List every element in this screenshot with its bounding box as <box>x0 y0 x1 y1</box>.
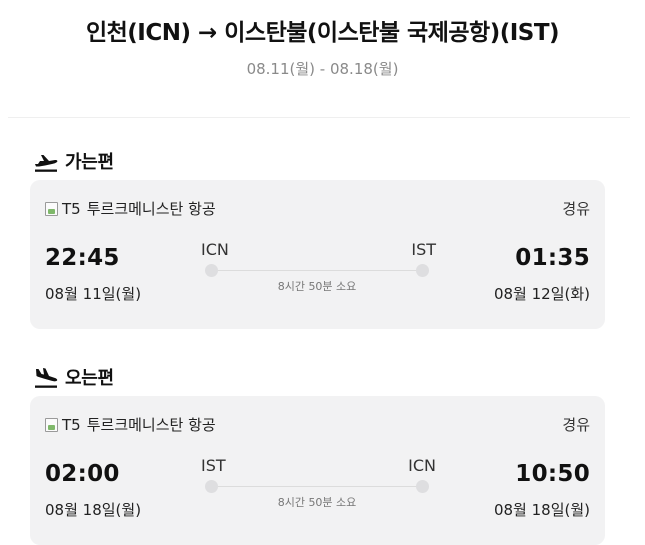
airline-code: T5 <box>62 199 81 218</box>
flight-duration: 8시간 50분 소요 <box>277 280 357 293</box>
flight-duration: 8시간 50분 소요 <box>277 496 357 509</box>
route-title: 인천(ICN) → 이스탄불(이스탄불 국제공항)(IST) <box>85 20 560 46</box>
arrival-date: 08월 18일(월) <box>493 501 590 519</box>
arrival-date: 08월 12일(화) <box>493 285 590 303</box>
airline-name: 투르크메니스탄 항공 <box>86 416 216 434</box>
arrival-time: 01:35 <box>515 245 590 271</box>
airline-logo-image <box>45 417 58 432</box>
header-divider <box>8 117 630 118</box>
arrival-airport-code: ICN <box>408 456 436 475</box>
route-track-line <box>211 486 422 487</box>
stop-type-badge: 경유 <box>562 200 590 218</box>
departure-time: 22:45 <box>45 245 120 271</box>
route-end-dot <box>416 264 429 277</box>
departure-date: 08월 11일(월) <box>45 285 142 303</box>
return-flight-card[interactable]: T5 투르크메니스탄 항공 경유 02:00 08월 18일(월) 10:50 … <box>30 396 605 545</box>
airline-logo-image <box>45 201 58 216</box>
stop-type-badge: 경유 <box>562 416 590 434</box>
return-section-header: 오는편 <box>33 364 114 390</box>
route-track-line <box>211 270 422 271</box>
airline-info: T5 투르크메니스탄 항공 <box>45 198 216 219</box>
route-start-dot <box>205 264 218 277</box>
route-start-dot <box>205 480 218 493</box>
route-end-dot <box>416 480 429 493</box>
departure-airport-code: IST <box>201 456 226 475</box>
airline-code: T5 <box>62 415 81 434</box>
arrival-time: 10:50 <box>515 461 590 487</box>
arrival-airport-code: IST <box>411 240 436 259</box>
plane-landing-icon <box>35 368 58 388</box>
departure-airport-code: ICN <box>201 240 229 259</box>
plane-takeoff-icon <box>35 155 58 172</box>
itinerary-header: 인천(ICN) → 이스탄불(이스탄불 국제공항)(IST) 08.11(월) … <box>0 0 645 118</box>
airline-info: T5 투르크메니스탄 항공 <box>45 414 216 435</box>
outbound-title: 가는편 <box>65 152 114 173</box>
departure-time: 02:00 <box>45 461 120 487</box>
airline-name: 투르크메니스탄 항공 <box>86 200 216 218</box>
outbound-flight-card[interactable]: T5 투르크메니스탄 항공 경유 22:45 08월 11일(월) 01:35 … <box>30 180 605 329</box>
return-title: 오는편 <box>65 368 114 389</box>
departure-date: 08월 18일(월) <box>45 501 142 519</box>
date-range: 08.11(월) - 08.18(월) <box>246 60 399 78</box>
outbound-section-header: 가는편 <box>33 148 114 174</box>
